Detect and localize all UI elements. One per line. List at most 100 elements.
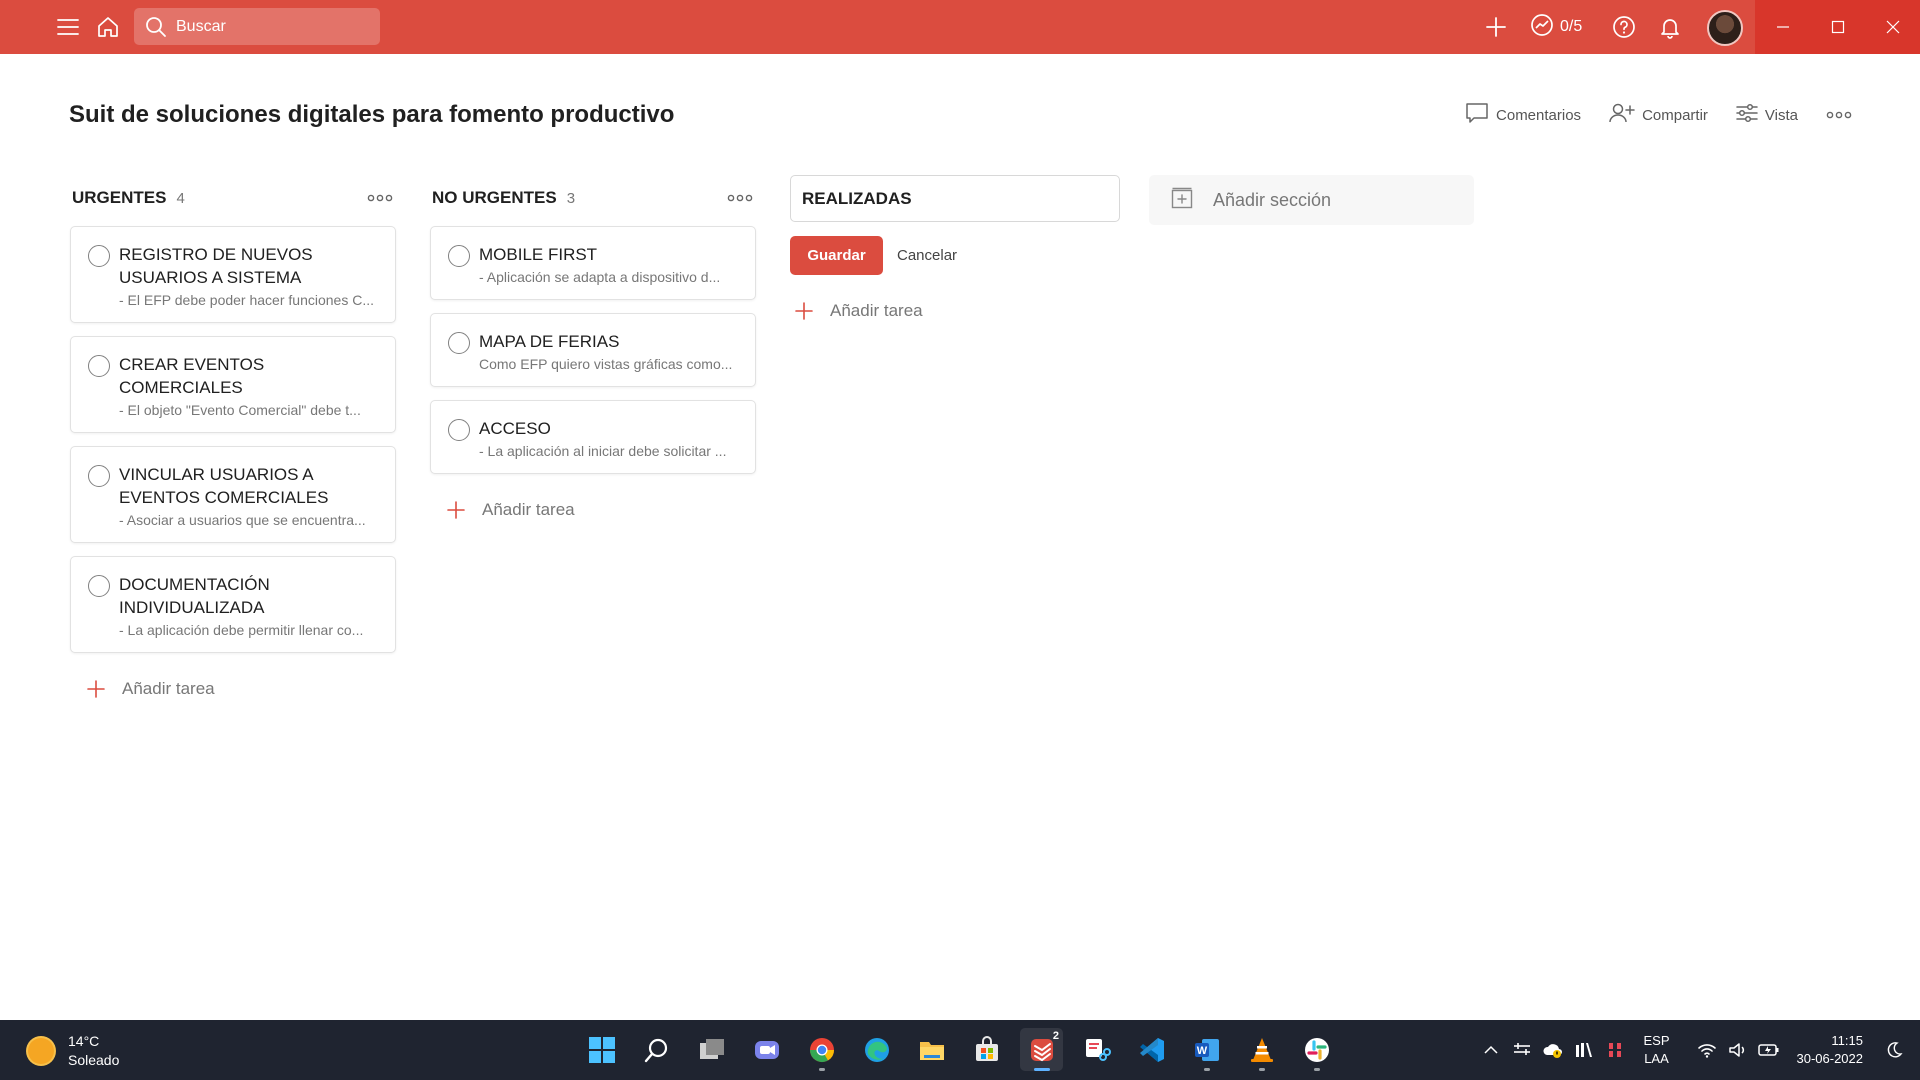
- more-options-icon[interactable]: [1826, 110, 1852, 120]
- vscode-icon[interactable]: [1130, 1028, 1173, 1071]
- task-checkbox[interactable]: [88, 575, 110, 597]
- chat-icon[interactable]: [745, 1028, 788, 1071]
- wifi-icon[interactable]: [1693, 1036, 1721, 1064]
- bell-icon[interactable]: [1655, 12, 1685, 42]
- home-icon[interactable]: [93, 12, 123, 42]
- edge-icon[interactable]: [855, 1028, 898, 1071]
- task-title: VINCULAR USUARIOS A EVENTOS COMERCIALES: [119, 465, 329, 507]
- task-title: REGISTRO DE NUEVOS USUARIOS A SISTEMA: [119, 245, 313, 287]
- task-list: REGISTRO DE NUEVOS USUARIOS A SISTEMA - …: [70, 226, 396, 653]
- help-icon[interactable]: [1609, 12, 1639, 42]
- share-button[interactable]: Compartir: [1609, 102, 1708, 128]
- task-title: MAPA DE FERIAS: [479, 332, 620, 351]
- task-list: MOBILE FIRST - Aplicación se adapta a di…: [430, 226, 756, 474]
- section-header: URGENTES 4: [70, 180, 396, 216]
- chevron-up-icon[interactable]: [1477, 1036, 1505, 1064]
- language-code: ESP: [1643, 1033, 1670, 1048]
- section-count: 4: [176, 189, 185, 207]
- app-tray-icon[interactable]: [1601, 1036, 1629, 1064]
- plus-icon[interactable]: [1481, 12, 1511, 42]
- avatar[interactable]: [1707, 10, 1743, 46]
- section-name-input[interactable]: REALIZADAS: [790, 175, 1120, 222]
- language-indicator[interactable]: ESP LAA: [1643, 1032, 1669, 1068]
- snipping-tool-icon[interactable]: [1075, 1028, 1118, 1071]
- add-task-label: Añadir tarea: [122, 679, 215, 698]
- section-edit-form: REALIZADAS Guardar Cancelar Añadir tarea: [790, 175, 1120, 321]
- close-icon[interactable]: [1865, 0, 1920, 54]
- section-edit-buttons: Guardar Cancelar: [790, 236, 1120, 275]
- section-more-icon[interactable]: [366, 188, 394, 208]
- slack-icon[interactable]: [1295, 1028, 1338, 1071]
- store-icon[interactable]: [965, 1028, 1008, 1071]
- search-icon: [142, 13, 170, 41]
- task-checkbox[interactable]: [448, 332, 470, 354]
- word-icon[interactable]: W: [1185, 1028, 1228, 1071]
- plus-icon: [794, 301, 814, 321]
- svg-text:W: W: [1196, 1045, 1207, 1057]
- windows-taskbar: 14°C Soleado 2 W ESP LAA 11:15 30-06-202…: [0, 1020, 1920, 1080]
- battery-icon[interactable]: [1755, 1036, 1783, 1064]
- plus-icon: [446, 500, 466, 520]
- notification-badge: 2: [1052, 1030, 1059, 1042]
- task-card[interactable]: MAPA DE FERIAS Como EFP quiero vistas gr…: [430, 313, 756, 387]
- task-description: - La aplicación al iniciar debe solicita…: [479, 443, 727, 459]
- view-button[interactable]: Vista: [1736, 103, 1798, 127]
- karma-button[interactable]: 0/5: [1530, 12, 1582, 42]
- vlc-icon[interactable]: [1240, 1028, 1283, 1071]
- add-section-label: Añadir sección: [1213, 189, 1332, 210]
- section-more-icon[interactable]: [726, 188, 754, 208]
- add-task-button[interactable]: Añadir tarea: [70, 679, 396, 699]
- menu-icon[interactable]: [53, 12, 83, 42]
- add-section-icon: [1171, 187, 1193, 214]
- task-card[interactable]: VINCULAR USUARIOS A EVENTOS COMERCIALES …: [70, 446, 396, 543]
- maximize-icon[interactable]: [1810, 0, 1865, 54]
- task-checkbox[interactable]: [448, 245, 470, 267]
- task-card[interactable]: ACCESO - La aplicación al iniciar debe s…: [430, 400, 756, 474]
- running-indicator: [1033, 1068, 1050, 1071]
- add-task-button[interactable]: Añadir tarea: [790, 301, 1120, 321]
- file-explorer-icon[interactable]: [910, 1028, 953, 1071]
- add-task-button[interactable]: Añadir tarea: [430, 500, 756, 520]
- chrome-icon[interactable]: [800, 1028, 843, 1071]
- running-indicator: [1258, 1068, 1265, 1071]
- windows-start-icon[interactable]: [580, 1028, 623, 1071]
- task-checkbox[interactable]: [88, 465, 110, 487]
- weather-widget[interactable]: 14°C Soleado: [28, 1032, 119, 1070]
- task-card[interactable]: MOBILE FIRST - Aplicación se adapta a di…: [430, 226, 756, 300]
- todoist-icon[interactable]: 2: [1020, 1028, 1063, 1071]
- task-checkbox[interactable]: [88, 355, 110, 377]
- clock[interactable]: 11:15 30-06-2022: [1797, 1032, 1864, 1068]
- network-adapter-icon[interactable]: [1508, 1036, 1536, 1064]
- task-card[interactable]: REGISTRO DE NUEVOS USUARIOS A SISTEMA - …: [70, 226, 396, 323]
- task-description: - Asociar a usuarios que se encuentra...: [119, 512, 366, 528]
- task-checkbox[interactable]: [448, 419, 470, 441]
- comments-button[interactable]: Comentarios: [1465, 102, 1581, 128]
- volume-icon[interactable]: [1724, 1036, 1752, 1064]
- search-placeholder: Buscar: [176, 17, 226, 35]
- section-title: URGENTES: [72, 188, 167, 207]
- keyboard-layout: LAA: [1644, 1051, 1669, 1066]
- task-card[interactable]: CREAR EVENTOS COMERCIALES - El objeto "E…: [70, 336, 396, 433]
- sliders-icon: [1736, 103, 1758, 127]
- cancel-button[interactable]: Cancelar: [897, 247, 957, 264]
- search-icon[interactable]: [635, 1028, 678, 1071]
- task-title: CREAR EVENTOS COMERCIALES: [119, 355, 265, 397]
- window-controls: [1755, 0, 1920, 54]
- focus-assist-icon[interactable]: [1880, 1036, 1908, 1064]
- section-title: NO URGENTES: [432, 188, 557, 207]
- task-description: Como EFP quiero vistas gráficas como...: [479, 356, 733, 372]
- save-button[interactable]: Guardar: [790, 236, 883, 275]
- minimize-icon[interactable]: [1755, 0, 1810, 54]
- sun-icon: [28, 1038, 54, 1064]
- search-input[interactable]: Buscar: [134, 8, 380, 45]
- view-label: Vista: [1764, 106, 1798, 124]
- top-bar: Buscar 0/5: [0, 0, 1920, 54]
- add-section-button[interactable]: Añadir sección: [1149, 175, 1474, 225]
- section-count: 3: [566, 189, 576, 207]
- task-view-icon[interactable]: [690, 1028, 733, 1071]
- task-card[interactable]: DOCUMENTACIÓN INDIVIDUALIZADA - La aplic…: [70, 556, 396, 653]
- music-app-icon[interactable]: [1570, 1036, 1598, 1064]
- task-checkbox[interactable]: [88, 245, 110, 267]
- cloud-warning-icon[interactable]: [1539, 1036, 1567, 1064]
- comment-icon: [1465, 102, 1489, 128]
